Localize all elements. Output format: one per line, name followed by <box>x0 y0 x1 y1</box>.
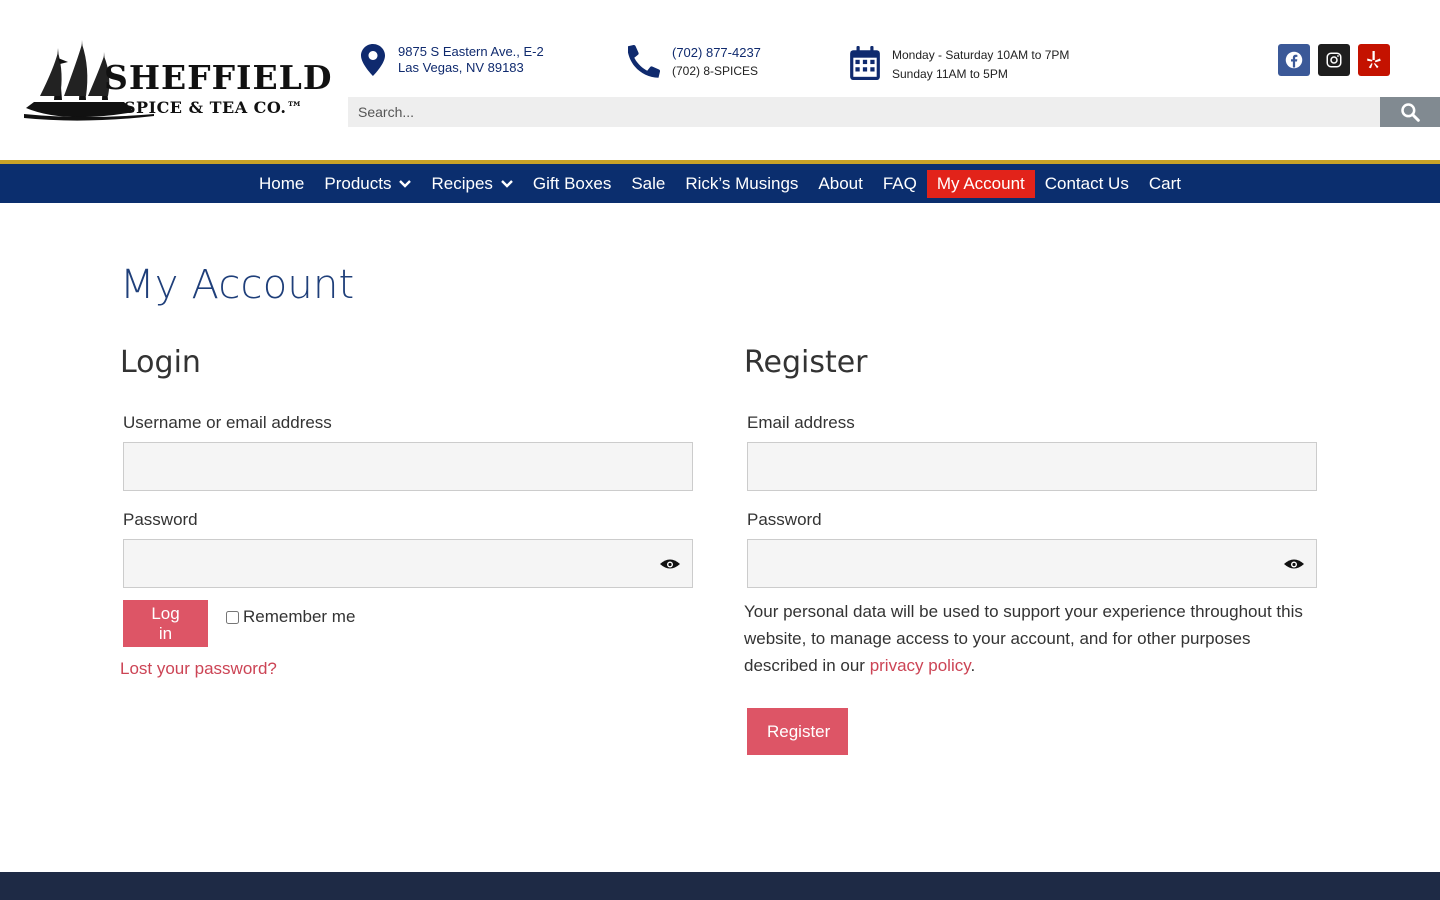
nav-label: Products <box>324 173 392 193</box>
remember-me-label: Remember me <box>243 607 356 626</box>
nav-item-faq[interactable]: FAQ <box>873 170 927 198</box>
phone-primary: (702) 877-4237 <box>672 45 761 60</box>
store-hours: Monday - Saturday 10AM to 7PM Sunday 11A… <box>850 46 1069 85</box>
remember-me[interactable]: Remember me <box>226 607 355 627</box>
register-password-input[interactable] <box>748 540 1316 587</box>
nav-label: My Account <box>936 173 1025 193</box>
nav-item-products[interactable]: Products <box>314 170 421 198</box>
site-footer <box>0 872 1440 900</box>
username-field-wrapper <box>123 442 693 491</box>
yelp-button[interactable] <box>1358 44 1390 76</box>
main-nav: Home Products Recipes Gift Boxes Sale Ri… <box>0 164 1440 203</box>
nav-label: Rick’s Musings <box>685 173 799 193</box>
nav-item-ricks-musings[interactable]: Rick’s Musings <box>675 170 808 198</box>
nav-label: Recipes <box>431 173 493 193</box>
search-input[interactable] <box>348 97 1380 127</box>
privacy-notice: Your personal data will be used to suppo… <box>744 598 1324 679</box>
facebook-button[interactable] <box>1278 44 1310 76</box>
privacy-policy-link[interactable]: privacy policy <box>870 656 971 675</box>
nav-label: Cart <box>1148 173 1181 193</box>
nav-label: Home <box>259 173 305 193</box>
nav-label: FAQ <box>882 173 917 193</box>
nav-label: About <box>818 173 863 193</box>
search-button[interactable] <box>1380 97 1440 127</box>
lost-password-link[interactable]: Lost your password? <box>120 659 277 679</box>
page-title: My Account <box>120 262 355 308</box>
nav-item-home[interactable]: Home <box>249 170 314 198</box>
privacy-text-before: Your personal data will be used to suppo… <box>744 602 1303 675</box>
logo-tagline: SPICE & TEA CO.™ <box>124 98 303 117</box>
calendar-icon <box>850 46 880 85</box>
login-heading: Login <box>120 345 201 380</box>
login-password-label: Password <box>123 510 198 529</box>
store-phone[interactable]: (702) 877-4237 (702) 8-SPICES <box>627 44 761 83</box>
map-pin-icon <box>360 44 386 81</box>
show-password-eye-icon[interactable] <box>660 556 680 572</box>
facebook-icon <box>1285 51 1303 69</box>
login-password-wrapper <box>123 539 693 588</box>
phone-secondary: (702) 8-SPICES <box>672 64 759 78</box>
chevron-down-icon <box>399 179 412 188</box>
instagram-icon <box>1326 52 1342 68</box>
nav-item-recipes[interactable]: Recipes <box>421 170 522 198</box>
nav-item-sale[interactable]: Sale <box>621 170 675 198</box>
phone-icon <box>627 44 661 83</box>
nav-label: Sale <box>631 173 666 193</box>
register-heading: Register <box>744 345 868 380</box>
yelp-icon <box>1367 51 1381 69</box>
nav-item-contact-us[interactable]: Contact Us <box>1035 170 1139 198</box>
register-password-label: Password <box>747 510 822 529</box>
nav-item-cart[interactable]: Cart <box>1139 170 1191 198</box>
register-email-wrapper <box>747 442 1317 491</box>
register-email-label: Email address <box>747 413 855 432</box>
chevron-down-icon <box>501 179 513 188</box>
privacy-text-after: . <box>970 656 976 675</box>
address-line-2: Las Vegas, NV 89183 <box>398 60 524 75</box>
hours-sunday: Sunday 11AM to 5PM <box>892 67 1008 81</box>
register-email-input[interactable] <box>748 443 1316 490</box>
site-logo[interactable]: SHEFFIELD SPICE & TEA CO.™ <box>24 38 331 124</box>
username-input[interactable] <box>124 443 692 490</box>
instagram-button[interactable] <box>1318 44 1350 76</box>
username-label: Username or email address <box>123 413 332 432</box>
register-password-wrapper <box>747 539 1317 588</box>
social-links <box>1278 44 1390 76</box>
nav-label: Contact Us <box>1044 173 1129 193</box>
store-address[interactable]: 9875 S Eastern Ave., E-2 Las Vegas, NV 8… <box>360 44 544 81</box>
site-header: SHEFFIELD SPICE & TEA CO.™ 9875 S Easter… <box>0 0 1440 160</box>
nav-label: Gift Boxes <box>532 173 612 193</box>
register-button[interactable]: Register <box>747 708 848 755</box>
nav-item-my-account[interactable]: My Account <box>926 169 1035 198</box>
search-icon <box>1401 103 1420 122</box>
address-line-1: 9875 S Eastern Ave., E-2 <box>398 44 544 59</box>
search-bar <box>348 97 1440 127</box>
nav-item-about[interactable]: About <box>808 170 872 198</box>
login-password-input[interactable] <box>124 540 692 587</box>
logo-wordmark: SHEFFIELD <box>104 58 333 97</box>
nav-item-gift-boxes[interactable]: Gift Boxes <box>523 170 621 198</box>
remember-me-checkbox[interactable] <box>226 610 239 624</box>
hours-weekday: Monday - Saturday 10AM to 7PM <box>892 48 1070 62</box>
show-password-eye-icon[interactable] <box>1284 556 1304 572</box>
login-button[interactable]: Log in <box>123 600 208 647</box>
